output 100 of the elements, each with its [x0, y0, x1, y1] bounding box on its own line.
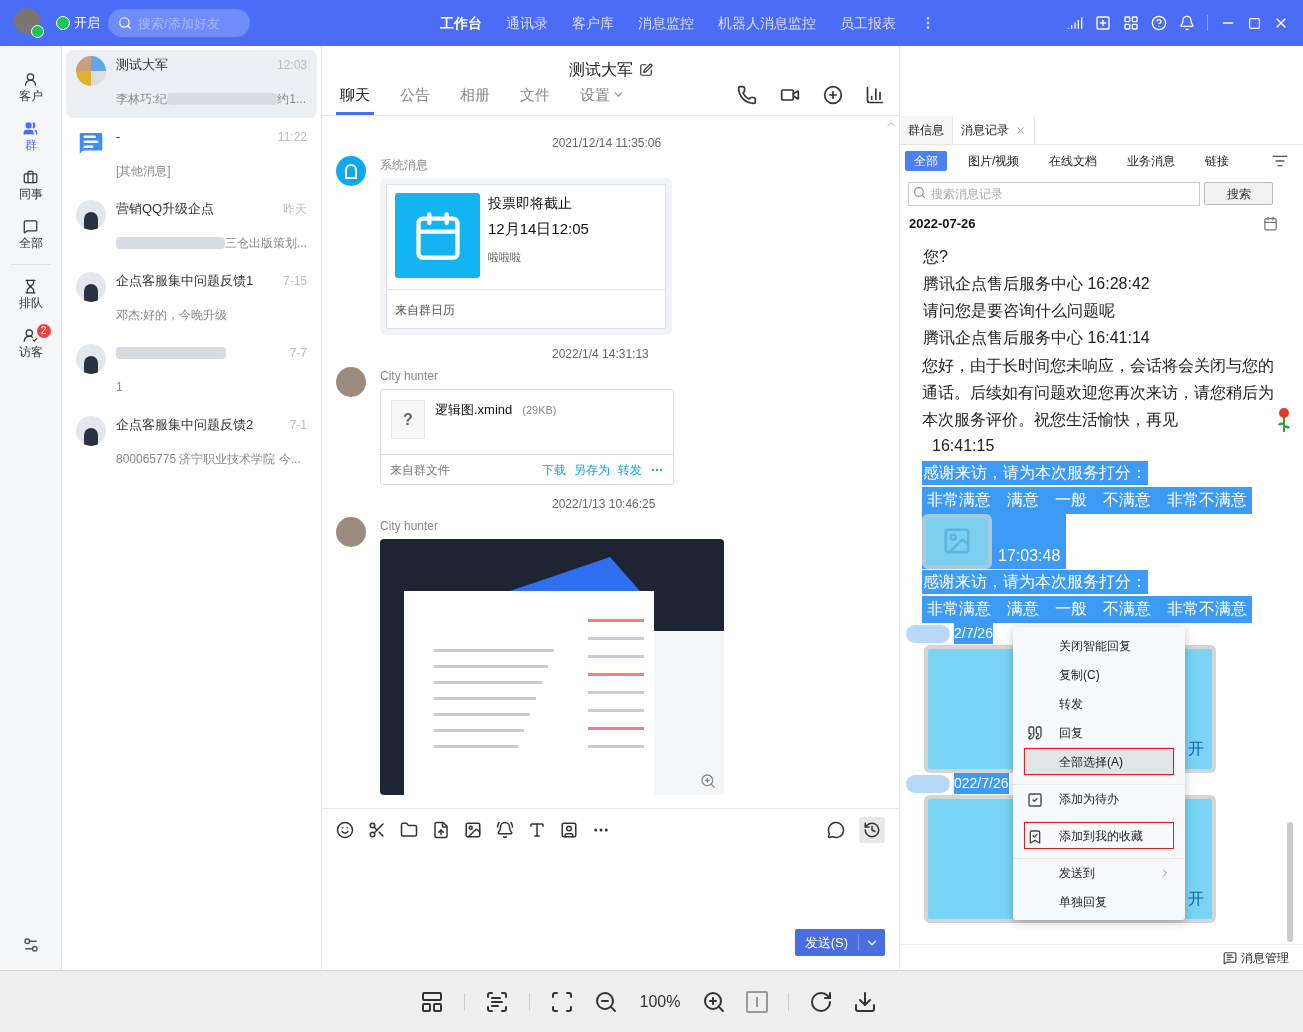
menu-item[interactable]: 关闭智能回复 [1013, 631, 1185, 660]
conversation-time: 11:22 [277, 129, 307, 146]
folder-icon[interactable] [400, 821, 418, 839]
bell-icon[interactable] [496, 821, 514, 839]
menu-item[interactable]: 发送到 [1013, 858, 1185, 887]
message-time: 2022/1/13 10:46:25 [552, 497, 656, 511]
zoom-level: 100% [638, 991, 682, 1012]
history-icon[interactable] [859, 817, 885, 843]
status-label[interactable]: 开启 [74, 13, 100, 33]
record-text: 您? [922, 247, 949, 267]
rotate-icon[interactable] [809, 989, 833, 1014]
panel-tab[interactable]: 消息记录 [952, 116, 1035, 144]
record-time: 2/7/26 [954, 623, 993, 644]
card-note: 啦啦啦 [488, 249, 522, 265]
menu-item[interactable]: 单独回复 [1013, 887, 1185, 916]
text-recognition-icon[interactable] [485, 989, 509, 1014]
conversation-time: 7-7 [289, 345, 307, 362]
checkbox-icon [1027, 792, 1043, 808]
chat-tab[interactable]: 相册 [456, 83, 494, 115]
filter-chip[interactable]: 图片/视频 [959, 151, 1029, 171]
edit-icon[interactable] [638, 63, 653, 77]
menu-item[interactable]: 转发 [1013, 689, 1185, 718]
conversation-name: 企点客服集中问题反馈1 [116, 272, 254, 291]
chart-icon[interactable] [865, 85, 885, 105]
nav-tab[interactable]: 工作台 [440, 12, 482, 34]
fit-screen-icon[interactable] [550, 989, 574, 1014]
card-action[interactable]: 开 [1188, 736, 1204, 761]
nav-item[interactable]: 群 [15, 117, 46, 154]
nav-item[interactable]: 同事 [10, 166, 51, 203]
settings-icon[interactable] [21, 936, 40, 954]
conversation-item[interactable]: 7-7 1 [66, 338, 317, 406]
contact-card-icon[interactable] [560, 821, 578, 839]
conversation-item[interactable]: 企点客服集中问题反馈1 7-15 邓杰:好的，今晚升级 [66, 266, 317, 334]
menu-item[interactable]: 添加为待办 [1013, 784, 1185, 813]
conversation-time: 昨天 [283, 201, 307, 218]
filter-chip[interactable]: 全部 [905, 151, 947, 171]
chat-tab[interactable]: 文件 [516, 83, 554, 115]
card-action[interactable]: 开 [1188, 886, 1204, 911]
hourglass-icon [23, 279, 38, 294]
record-date: 2022-07-26 [909, 215, 976, 233]
conversation-name: 企点客服集中问题反馈2 [116, 416, 254, 435]
user-avatar[interactable] [14, 8, 40, 34]
conversation-item[interactable]: 企点客服集中问题反馈2 7-1 800065775 济宁职业技术学院 今... [66, 410, 317, 478]
online-badge [31, 25, 44, 38]
image-thumbnail[interactable] [922, 513, 992, 569]
count-badge: 2 [36, 324, 51, 338]
card-date: 12月14日12:05 [488, 219, 589, 239]
menu-item[interactable]: 复制(C) [1013, 660, 1185, 689]
chat-tab[interactable]: 聊天 [336, 83, 374, 115]
avatar-silhouette [76, 272, 106, 302]
nav-item[interactable]: 排队 [10, 264, 51, 312]
maximize-icon[interactable] [1248, 16, 1261, 30]
conversation-item[interactable]: 测试大军 12:03 李林巧:纪 约1... [66, 50, 317, 118]
menu-item[interactable]: 回复 [1013, 718, 1185, 747]
conversation-item[interactable]: 营销QQ升级企点 昨天 三仓出版策划... [66, 194, 317, 262]
menu-item[interactable]: 全部选择(A) [1023, 747, 1175, 776]
avatar-silhouette [76, 344, 106, 374]
conversation-preview: 800065775 济宁职业技术学院 今... [116, 451, 301, 468]
grid-icon[interactable] [1123, 15, 1139, 31]
filter-chip[interactable]: 在线文档 [1040, 151, 1107, 171]
document-preview-drawing[interactable] [380, 539, 724, 795]
zoom-out-icon[interactable] [594, 989, 618, 1014]
send-button[interactable]: 发送(S) [794, 929, 885, 956]
panel-tab[interactable]: 群信息 [900, 116, 952, 144]
font-icon[interactable] [528, 821, 546, 839]
record-paragraph: 您好，由于长时间您未响应，会话将会关闭与您的通话。后续如有问题欢迎您再次来访，请您稍后为本次服务评价。祝您生活愉快，再见 [922, 355, 1274, 430]
menu-item[interactable]: 添加到我的收藏 [1023, 821, 1175, 850]
group-icon [23, 121, 38, 136]
nav-item[interactable]: 客户 [10, 68, 51, 105]
chat-tab[interactable]: 设置 [576, 83, 629, 115]
nav-item[interactable]: 访客 2 [10, 324, 51, 361]
filter-chip[interactable]: 业务消息 [1118, 151, 1185, 171]
download-icon[interactable] [853, 989, 877, 1014]
image-icon[interactable] [464, 821, 482, 839]
nav-item[interactable]: 全部 [10, 215, 51, 252]
conversation-item[interactable]: - 11:22 [其他消息] [66, 122, 317, 190]
group-avatar [76, 56, 106, 86]
signal-icon[interactable] [1067, 15, 1083, 31]
message-manage-link[interactable]: 消息管理 [1241, 948, 1289, 967]
search-button[interactable]: 搜索 [1204, 182, 1273, 205]
filter-icon[interactable] [1272, 153, 1288, 169]
scissors-icon[interactable] [368, 821, 386, 839]
record-search-field[interactable]: 搜索消息记录 [908, 182, 1200, 206]
sender-name: 系统消息 [380, 157, 429, 174]
phone-icon[interactable] [737, 85, 757, 105]
help-icon[interactable] [1151, 15, 1167, 31]
filter-chip[interactable]: 链接 [1196, 151, 1239, 171]
add-icon[interactable] [823, 85, 843, 105]
search-icon [118, 16, 132, 30]
chat-tab[interactable]: 公告 [396, 83, 434, 115]
calendar-icon[interactable] [1263, 216, 1278, 232]
upload-icon[interactable] [432, 821, 450, 839]
avatar-silhouette [76, 416, 106, 446]
close-icon[interactable] [1015, 124, 1026, 136]
file-card[interactable]: ? 逻辑图.xmind (29KB) 来自群文件 下载 另存为 转发 [380, 389, 674, 485]
zoom-in-icon[interactable] [702, 989, 726, 1014]
emoji-icon[interactable] [336, 821, 354, 839]
quick-reply-icon[interactable] [827, 821, 845, 839]
layout-icon[interactable] [420, 989, 444, 1014]
calendar-card[interactable]: 投票即将截止 12月14日12:05 啦啦啦 来自群日历 [380, 178, 672, 335]
